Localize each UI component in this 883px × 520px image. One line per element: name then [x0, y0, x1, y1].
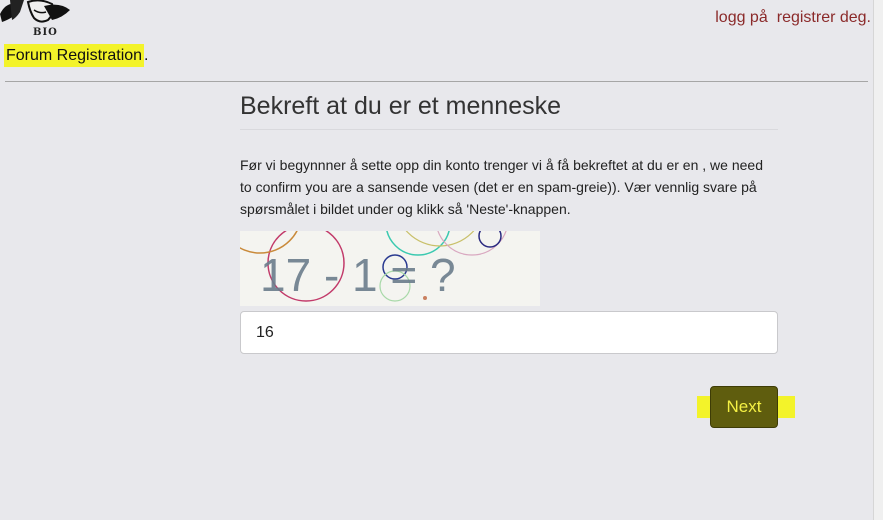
page-title: Bekreft at du er et menneske — [240, 92, 778, 130]
forum-registration-link[interactable]: Forum Registration — [4, 44, 145, 67]
login-link[interactable]: logg på — [715, 9, 768, 26]
main-content: Bekreft at du er et menneske Før vi begy… — [240, 92, 778, 354]
captcha-graphic: 17 - 1 = ? — [240, 231, 507, 302]
top-nav: logg på registrer deg. — [715, 9, 871, 27]
breadcrumb-suffix: . — [144, 47, 149, 64]
scrollbar[interactable] — [873, 0, 883, 520]
breadcrumb: Forum Registration. — [4, 44, 149, 67]
captcha-answer-input[interactable] — [240, 311, 778, 354]
logo-text: BIO — [33, 27, 58, 38]
captcha-image: 17 - 1 = ? — [240, 231, 540, 306]
registration-page: BIO logg på registrer deg. Forum Registra… — [0, 0, 883, 520]
register-link[interactable]: registrer deg. — [777, 9, 871, 26]
header-divider — [5, 81, 868, 82]
site-logo[interactable]: BIO — [0, 0, 80, 40]
next-button[interactable]: Next — [710, 386, 778, 428]
captcha-question: 17 - 1 = ? — [260, 249, 456, 301]
instructions-text: Før vi begynnner å sette opp din konto t… — [240, 157, 763, 217]
